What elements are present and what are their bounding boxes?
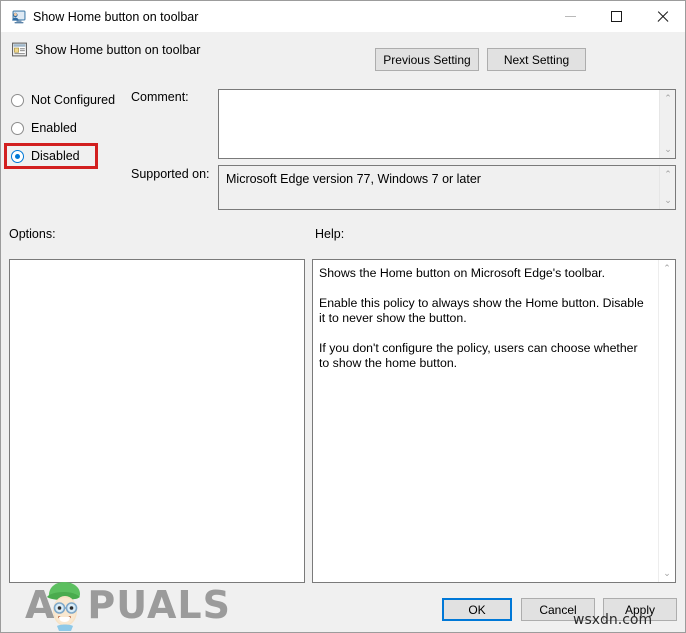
options-panel[interactable] (9, 259, 305, 583)
scroll-up-icon[interactable]: ⌃ (659, 261, 675, 276)
scroll-up-icon[interactable]: ⌃ (660, 167, 675, 182)
radio-enabled-indicator (11, 121, 24, 135)
appuals-watermark: A PUALS (25, 579, 231, 631)
supported-on-value: Microsoft Edge version 77, Windows 7 or … (226, 172, 481, 186)
radio-not-configured-label: Not Configured (31, 93, 116, 107)
help-paragraph: Shows the Home button on Microsoft Edge'… (319, 266, 606, 280)
scroll-down-icon[interactable]: ⌄ (660, 142, 675, 157)
radio-disabled[interactable]: Disabled (11, 147, 80, 165)
window-controls (547, 1, 685, 32)
appuals-mascot-icon (47, 582, 81, 631)
group-policy-setting-dialog: Show Home button on toolbar Show Home bu… (0, 0, 686, 633)
options-label: Options: (9, 227, 56, 241)
apply-button[interactable]: Apply (603, 598, 677, 621)
monitor-policy-icon (12, 10, 26, 23)
scroll-up-icon[interactable]: ⌃ (660, 91, 675, 106)
help-panel: Shows the Home button on Microsoft Edge'… (312, 259, 676, 583)
minimize-icon (564, 16, 576, 17)
minimize-button[interactable] (547, 1, 593, 32)
scroll-down-icon[interactable]: ⌄ (660, 193, 675, 208)
close-button[interactable] (639, 1, 685, 32)
appuals-watermark-suffix: PUALS (87, 583, 231, 627)
policy-setting-icon (12, 42, 27, 57)
radio-disabled-indicator (11, 149, 24, 163)
ok-button[interactable]: OK (442, 598, 512, 621)
setting-title: Show Home button on toolbar (35, 43, 201, 57)
radio-enabled[interactable]: Enabled (11, 119, 77, 137)
scroll-down-icon[interactable]: ⌄ (659, 566, 675, 581)
help-paragraph: Enable this policy to always show the Ho… (319, 296, 644, 325)
radio-disabled-label: Disabled (31, 149, 80, 163)
supported-on-scrollbar[interactable]: ⌃ ⌄ (659, 166, 675, 209)
radio-not-configured[interactable]: Not Configured (11, 91, 115, 109)
help-scrollbar[interactable]: ⌃ ⌄ (658, 260, 675, 582)
supported-on-field: Microsoft Edge version 77, Windows 7 or … (218, 165, 676, 210)
supported-on-label: Supported on: (131, 167, 210, 181)
help-text: Shows the Home button on Microsoft Edge'… (319, 266, 649, 371)
previous-setting-button[interactable]: Previous Setting (375, 48, 479, 71)
comment-label: Comment: (131, 90, 189, 104)
cancel-button[interactable]: Cancel (521, 598, 595, 621)
help-label: Help: (315, 227, 345, 241)
title-bar: Show Home button on toolbar (1, 1, 685, 32)
next-setting-button[interactable]: Next Setting (487, 48, 586, 71)
maximize-icon (610, 11, 622, 22)
window-title: Show Home button on toolbar (33, 9, 199, 24)
help-paragraph: If you don't configure the policy, users… (319, 341, 638, 370)
close-icon (656, 10, 669, 23)
comment-input[interactable]: ⌃ ⌄ (218, 89, 676, 159)
radio-enabled-label: Enabled (31, 121, 77, 135)
comment-scrollbar[interactable]: ⌃ ⌄ (659, 90, 675, 158)
appuals-watermark-prefix: A (25, 583, 56, 627)
maximize-button[interactable] (593, 1, 639, 32)
radio-not-configured-indicator (11, 93, 24, 107)
